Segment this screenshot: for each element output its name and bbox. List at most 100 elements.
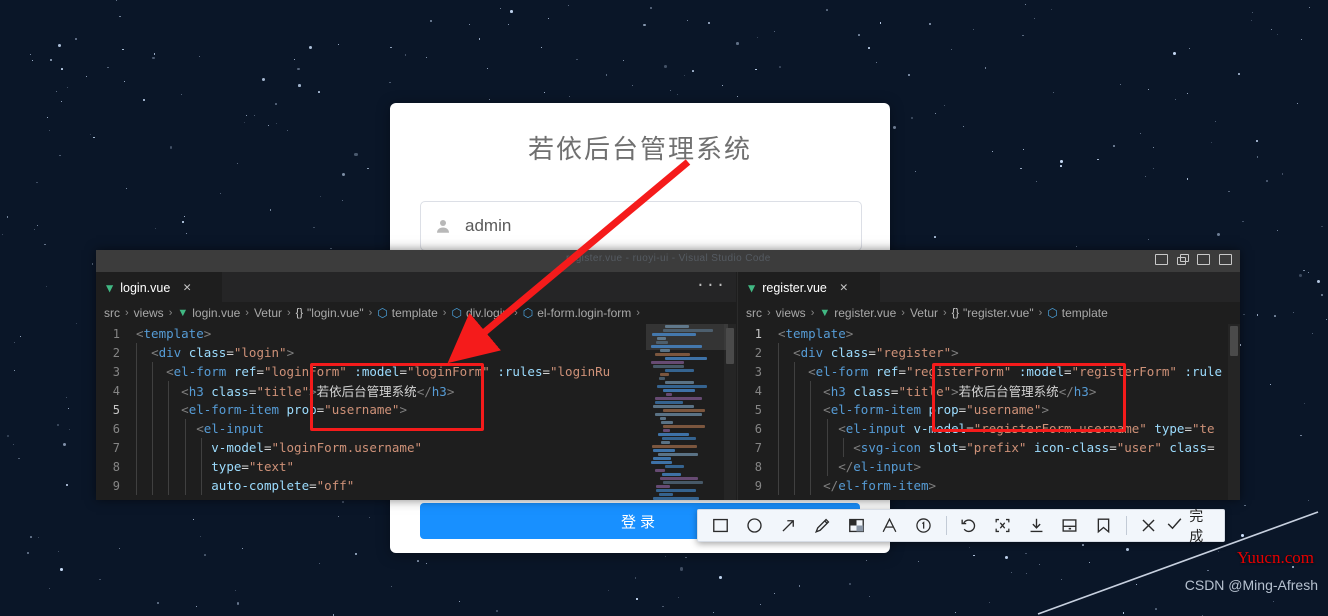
serial-number-tool[interactable] — [907, 510, 941, 541]
editor-pane-register: ▼ register.vue ✕ src › views › ▼ register.v… — [737, 272, 1240, 500]
minimap-line — [665, 369, 694, 372]
code-line[interactable]: 5 <el-form-item prop="username"> — [96, 400, 736, 419]
code-line[interactable]: 5 <el-form-item prop="username"> — [738, 400, 1240, 419]
code-line[interactable]: 2 <div class="login"> — [96, 343, 736, 362]
minimap-line — [651, 445, 698, 448]
code-line[interactable]: 6 <el-input — [96, 419, 736, 438]
code-line[interactable]: 4 <h3 class="title">若依后台管理系统</h3> — [738, 381, 1240, 400]
code-line[interactable]: 4 <h3 class="title">若依后台管理系统</h3> — [96, 381, 736, 400]
pin-tool[interactable] — [1087, 510, 1121, 541]
code-editor-left[interactable]: 1 <template> 2 <div class="login"> 3 <el-fo… — [96, 324, 736, 500]
code-line[interactable]: 9 </el-form-item> — [738, 476, 1240, 495]
line-number: 1 — [754, 326, 762, 341]
undo-tool[interactable] — [952, 510, 986, 541]
breadcrumb-item[interactable]: ⬡ template — [1047, 306, 1108, 320]
minimap-left[interactable] — [646, 324, 728, 500]
code-line[interactable]: 7 v-model="loginForm.username" — [96, 438, 736, 457]
breadcrumb-item[interactable]: ▼ register.vue — [819, 306, 896, 320]
code-line[interactable]: 3 <el-form ref="registerForm" :model="re… — [738, 362, 1240, 381]
minimap-line — [653, 405, 695, 408]
code-line[interactable]: 1 <template> — [96, 324, 736, 343]
line-number: 2 — [112, 345, 120, 360]
code-text: <el-input — [196, 421, 264, 436]
minimap-line — [665, 393, 673, 396]
breadcrumb-item[interactable]: ⬡ el-form.login-form — [523, 306, 632, 320]
code-text: </el-form-item> — [823, 478, 937, 493]
breadcrumb-right[interactable]: src › views › ▼ register.vue › Vetur › {} "reg… — [738, 302, 1240, 324]
minimize-button[interactable] — [1155, 254, 1168, 265]
code-editor-right[interactable]: 1 <template> 2 <div class="register"> 3 <el… — [738, 324, 1240, 500]
close-button[interactable] — [1219, 254, 1232, 265]
tab-login-vue[interactable]: ▼ login.vue ✕ — [96, 272, 222, 302]
breadcrumb-item[interactable]: src — [104, 306, 120, 320]
breadcrumb-left[interactable]: src › views › ▼ login.vue › Vetur › {} "login.… — [96, 302, 736, 324]
breadcrumb-item[interactable]: ⬡ template — [377, 306, 438, 320]
close-icon[interactable]: ✕ — [840, 281, 848, 294]
rectangle-tool[interactable] — [704, 510, 738, 541]
arrow-tool[interactable] — [772, 510, 806, 541]
check-icon — [1165, 514, 1184, 537]
breadcrumb-item[interactable]: {} "register.vue" — [952, 306, 1034, 320]
code-line[interactable]: 2 <div class="register"> — [738, 343, 1240, 362]
window-controls[interactable] — [1155, 254, 1232, 265]
minimap-line — [654, 397, 702, 400]
line-number: 2 — [754, 345, 762, 360]
braces-icon: {} — [951, 307, 960, 319]
ellipse-tool[interactable] — [738, 510, 772, 541]
minimap-line — [653, 457, 672, 460]
code-line[interactable]: 8 type="text" — [96, 457, 736, 476]
minimap-line — [650, 345, 703, 348]
minimap-line — [661, 473, 681, 476]
code-line[interactable]: 3 <el-form ref="loginForm" :model="login… — [96, 362, 736, 381]
scrollbar-thumb[interactable] — [1230, 326, 1238, 356]
editor-pane-login: ▼ login.vue ✕ ··· src › views › ▼ login.vue… — [96, 272, 736, 500]
pen-tool[interactable] — [805, 510, 839, 541]
scrollbar-thumb[interactable] — [726, 328, 734, 364]
cancel-tool[interactable] — [1131, 510, 1165, 541]
code-text: <div class="register"> — [793, 345, 959, 360]
scrollbar-right[interactable] — [1228, 324, 1240, 500]
screenshot-annotation-toolbar[interactable]: 完成 — [697, 509, 1225, 545]
braces-icon: {} — [295, 307, 304, 319]
mosaic-tool[interactable] — [839, 510, 873, 541]
line-number: 1 — [112, 326, 120, 341]
breadcrumb-separator: › — [245, 307, 249, 319]
close-icon[interactable]: ✕ — [183, 281, 191, 294]
restore-button[interactable] — [1177, 254, 1189, 265]
code-text: </el-input> — [838, 459, 922, 474]
username-field[interactable]: admin — [420, 201, 862, 251]
code-line[interactable]: 9 auto-complete="off" — [96, 476, 736, 495]
minimap-line — [654, 353, 690, 356]
ocr-tool[interactable] — [985, 510, 1019, 541]
breadcrumb-item[interactable]: Vetur — [254, 306, 282, 320]
minimap-line — [657, 385, 708, 388]
code-line[interactable]: 6 <el-input v-model="registerForm.userna… — [738, 419, 1240, 438]
minimap-line — [664, 381, 694, 384]
tab-overflow-button[interactable]: ··· — [696, 276, 726, 294]
scrollbar-left[interactable] — [724, 324, 736, 500]
breadcrumb-item[interactable]: ▼ login.vue — [177, 306, 240, 320]
breadcrumb-item[interactable]: src — [746, 306, 762, 320]
breadcrumb-separator: › — [810, 307, 815, 319]
tab-register-vue[interactable]: ▼ register.vue ✕ — [738, 272, 880, 302]
done-button[interactable]: 完成 — [1165, 506, 1218, 546]
code-line[interactable]: 1 <template> — [738, 324, 1240, 343]
download-tool[interactable] — [1019, 510, 1053, 541]
minimap-line — [659, 373, 669, 376]
line-number: 3 — [112, 364, 120, 379]
save-tool[interactable] — [1053, 510, 1087, 541]
breadcrumb-item[interactable]: views — [134, 306, 164, 320]
minimap-line — [662, 425, 705, 428]
vscode-window: register.vue - ruoyi-ui - Visual Studio … — [96, 250, 1240, 500]
breadcrumb-text: el-form.login-form — [537, 306, 632, 320]
line-number: 7 — [112, 440, 120, 455]
breadcrumb-item[interactable]: views — [776, 306, 806, 320]
breadcrumb-item[interactable]: {} "login.vue" — [296, 306, 364, 320]
maximize-button[interactable] — [1197, 254, 1210, 265]
text-tool[interactable] — [873, 510, 907, 541]
breadcrumb-text: src — [104, 306, 120, 320]
code-line[interactable]: 7 <svg-icon slot="prefix" icon-class="us… — [738, 438, 1240, 457]
code-line[interactable]: 8 </el-input> — [738, 457, 1240, 476]
breadcrumb-item[interactable]: Vetur — [910, 306, 938, 320]
breadcrumb-item[interactable]: ⬡ div.login — [451, 306, 509, 320]
